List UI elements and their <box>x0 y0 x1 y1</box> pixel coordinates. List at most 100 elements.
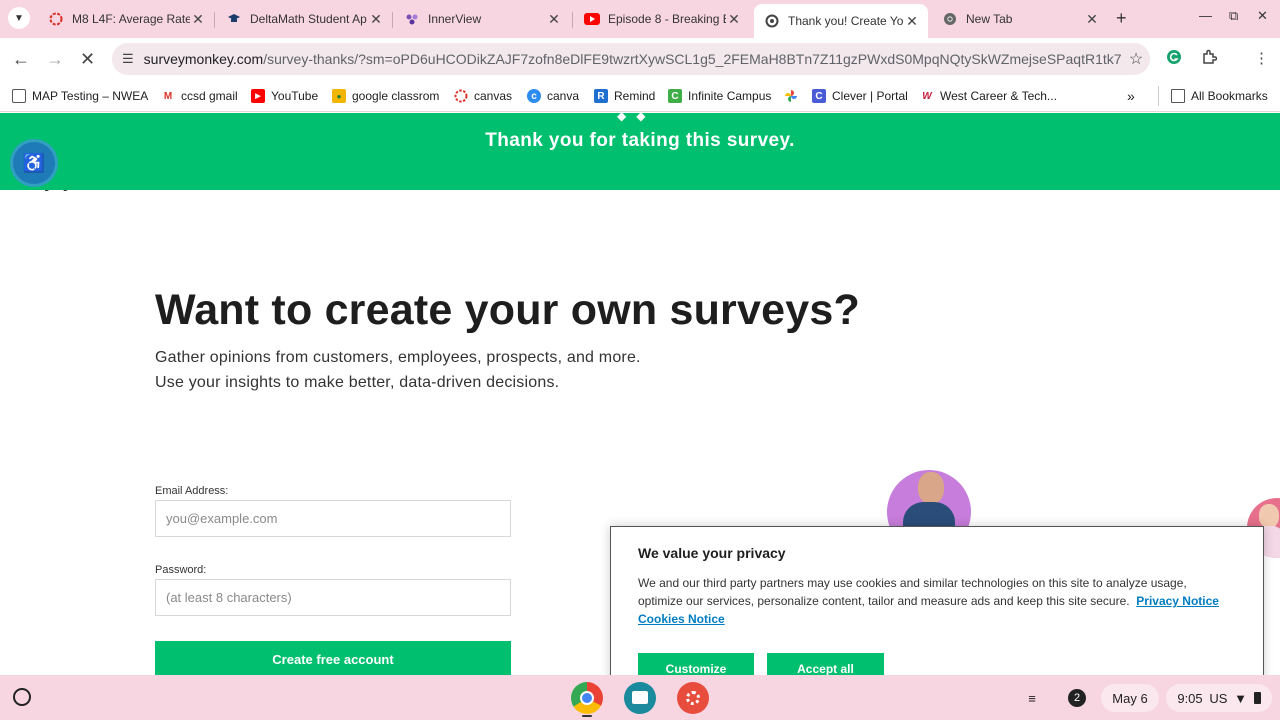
tab-m8-l4f[interactable]: M8 L4F: Average Rate ✕ <box>38 4 214 34</box>
remind-icon: R <box>594 89 608 103</box>
chrome-app-icon[interactable] <box>571 682 603 714</box>
wifi-icon: ▼ <box>1234 690 1247 706</box>
address-bar[interactable]: ☰ surveymonkey.com/survey-thanks/?sm=oPD… <box>112 43 1150 75</box>
bookmark-folder-icon <box>12 89 26 103</box>
tab-innerview[interactable]: InnerView ✕ <box>394 4 570 34</box>
accessibility-button[interactable]: ♿ <box>13 142 55 184</box>
password-label: Password: <box>155 564 207 576</box>
input-locale: US <box>1209 690 1228 706</box>
browser-toolbar: ← → ✕ ☰ surveymonkey.com/survey-thanks/?… <box>0 38 1280 80</box>
password-field[interactable] <box>155 579 511 616</box>
bookmark-west-career[interactable]: W West Career & Tech... <box>920 86 1057 106</box>
bookmark-label: Remind <box>614 89 656 103</box>
url-host: surveymonkey.com <box>143 51 264 67</box>
bookmark-ccsd-gmail[interactable]: Mccsd gmail <box>161 86 238 106</box>
extensions-icon[interactable] <box>1201 49 1218 69</box>
bookmark-google-classroom[interactable]: ● google classrom <box>332 86 439 106</box>
all-bookmarks-button[interactable]: All Bookmarks <box>1171 86 1268 106</box>
close-icon: ✕ <box>1257 8 1268 23</box>
status-area[interactable]: 9:05 US ▼ <box>1166 684 1272 712</box>
thank-you-banner: ◆ ◆ Thank you for taking this survey. <box>0 113 1280 190</box>
palette-app-icon[interactable] <box>677 682 709 714</box>
email-field[interactable] <box>155 500 511 537</box>
bookmark-canva[interactable]: c canva <box>527 86 579 106</box>
system-shelf: ≡ 2 May 6 9:05 US ▼ <box>0 675 1280 720</box>
thank-you-text: Thank you for taking this survey. <box>485 130 795 151</box>
tab-title: M8 L4F: Average Rate <box>72 12 190 26</box>
new-tab-button[interactable]: + <box>1116 8 1127 29</box>
bookmark-youtube[interactable]: ▶ YouTube <box>251 86 318 106</box>
tab-episode-8[interactable]: Episode 8 - Breaking B ✕ <box>574 4 750 34</box>
site-settings-icon[interactable]: ☰ <box>122 51 134 67</box>
bookmark-label: YouTube <box>271 89 319 103</box>
tab-title: New Tab <box>966 12 1013 26</box>
more-menu-icon[interactable]: ⋮ <box>1254 49 1269 67</box>
tab-strip: ▼ M8 L4F: Average Rate ✕ DeltaMath Stude… <box>0 0 1280 38</box>
close-icon[interactable]: ✕ <box>904 13 920 30</box>
battery-icon <box>1253 692 1261 704</box>
tab-search-button[interactable]: ▼ <box>8 7 30 29</box>
tab-surveymonkey[interactable]: Thank you! Create You ✕ <box>754 4 928 38</box>
bookmark-remind[interactable]: R Remind <box>594 86 655 106</box>
tab-separator <box>392 12 393 28</box>
checkmark-decoration-icon: ◆ ◆ <box>617 113 646 123</box>
close-icon[interactable]: ✕ <box>726 11 742 28</box>
canvas-icon <box>454 89 468 103</box>
date-button[interactable]: May 6 <box>1101 684 1159 712</box>
tab-separator <box>214 12 215 28</box>
tab-new-tab[interactable]: New Tab ✕ <box>932 4 1108 34</box>
classroom-app-icon[interactable] <box>624 682 656 714</box>
bookmark-infinite-campus[interactable]: C Infinite Campus <box>668 86 771 106</box>
minimize-button[interactable]: — <box>1199 8 1212 23</box>
tab-deltamath[interactable]: DeltaMath Student Ap ✕ <box>216 4 392 34</box>
url-text[interactable]: surveymonkey.com/survey-thanks/?sm=oPD6u… <box>144 51 1122 67</box>
canva-icon: c <box>527 89 541 103</box>
close-icon[interactable]: ✕ <box>190 11 206 28</box>
chevron-down-icon: ▼ <box>14 12 24 24</box>
minimize-icon: — <box>1199 8 1212 23</box>
close-icon[interactable]: ✕ <box>1084 11 1100 28</box>
subheadline-line-2: Use your insights to make better, data-d… <box>155 374 560 391</box>
bookmark-clever-portal[interactable]: C Clever | Portal <box>812 86 908 106</box>
folder-icon <box>1171 89 1185 103</box>
bookmarks-divider <box>1158 86 1159 106</box>
bookmark-map-testing[interactable]: MAP Testing – NWEA <box>12 86 148 106</box>
notification-badge: 2 <box>1068 689 1086 707</box>
infinite-campus-icon: C <box>668 89 682 103</box>
google-classroom-icon: ● <box>332 89 346 103</box>
close-window-button[interactable]: ✕ <box>1257 8 1268 24</box>
bookmark-canvas[interactable]: canvas <box>454 86 512 106</box>
create-account-button[interactable]: Create free account <box>155 641 511 675</box>
bookmark-star-icon[interactable]: ☆ <box>1122 49 1150 69</box>
privacy-dialog: We value your privacy We and our third p… <box>610 526 1264 675</box>
close-icon[interactable]: ✕ <box>368 11 384 28</box>
bookmark-google-photos[interactable] <box>784 86 804 106</box>
bookmarks-overflow-button[interactable]: » <box>1127 86 1135 106</box>
west-career-icon: W <box>922 90 932 102</box>
close-icon[interactable]: ✕ <box>546 11 562 28</box>
arrow-right-icon: → <box>46 49 64 69</box>
accept-all-button[interactable]: Accept all <box>767 653 884 675</box>
tab-title: Episode 8 - Breaking B <box>608 12 726 26</box>
notifications-button[interactable]: 2 <box>1061 684 1093 712</box>
bookmark-label: Infinite Campus <box>688 89 772 103</box>
cookies-notice-link[interactable]: Cookies Notice <box>638 612 725 626</box>
playlist-icon[interactable]: ≡ <box>1016 684 1048 712</box>
bookmark-label: West Career & Tech... <box>940 89 1057 103</box>
privacy-notice-link[interactable]: Privacy Notice <box>1136 594 1219 608</box>
stop-button[interactable]: ✕ <box>80 49 95 70</box>
back-button[interactable]: ← <box>12 49 30 70</box>
plus-icon: + <box>1116 8 1127 28</box>
gmail-icon: M <box>163 90 173 102</box>
forward-button[interactable]: → <box>46 49 64 70</box>
tab-separator <box>572 12 573 28</box>
launcher-button[interactable] <box>13 688 31 706</box>
grammarly-icon[interactable] <box>1166 49 1182 69</box>
page-headline: Want to create your own surveys? <box>155 286 860 334</box>
customize-button[interactable]: Customize <box>638 653 754 675</box>
bookmark-label: canva <box>547 89 580 103</box>
restore-button[interactable]: ⧉ <box>1229 8 1238 24</box>
page-content: ’ ’ y y ◆ ◆ Thank you for taking this su… <box>0 113 1280 675</box>
email-label: Email Address: <box>155 485 229 497</box>
arrow-left-icon: ← <box>12 49 30 69</box>
